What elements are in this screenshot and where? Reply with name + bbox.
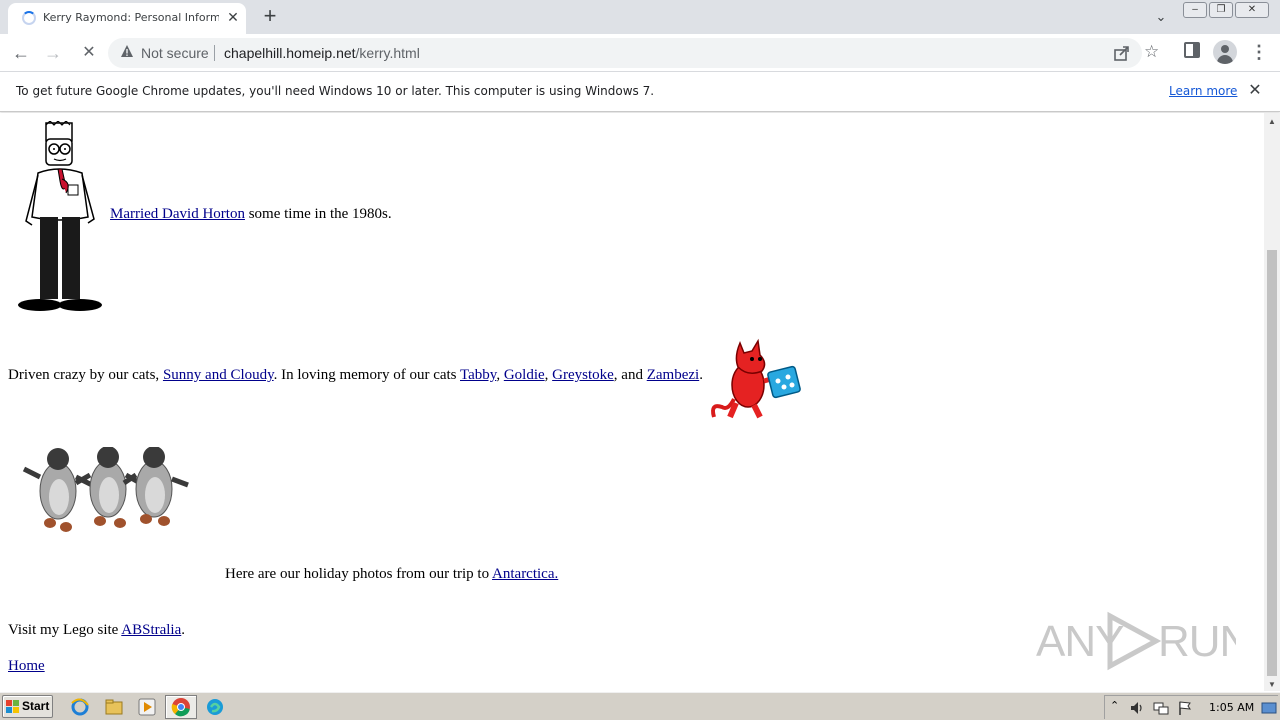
dilbert-cartoon-image	[18, 121, 102, 311]
security-label[interactable]: Not secure	[141, 45, 209, 61]
warning-icon[interactable]	[120, 44, 134, 58]
married-david-horton-link[interactable]: Married David Horton	[110, 206, 245, 222]
volume-icon[interactable]	[1129, 700, 1145, 716]
start-button[interactable]: Start	[2, 695, 53, 718]
address-bar[interactable]: Not secure chapelhill.homeip.net/kerry.h…	[108, 38, 1159, 68]
infobar-close-button[interactable]: ✕	[1246, 82, 1264, 100]
cats-intro-text: Driven crazy by our cats,	[8, 367, 163, 383]
window-minimize-button[interactable]: –	[1183, 2, 1207, 18]
scroll-up-arrow-icon[interactable]: ▲	[1268, 117, 1276, 126]
loading-spinner-icon	[22, 11, 36, 25]
learn-more-link[interactable]: Learn more	[1169, 84, 1237, 98]
lego-text: Visit my Lego site	[8, 622, 122, 638]
period-text: .	[699, 367, 703, 383]
antarctica-text: Here are our holiday photos from our tri…	[225, 566, 493, 582]
url-path: /kerry.html	[355, 45, 420, 61]
abstralia-link[interactable]: ABStralia	[121, 622, 181, 638]
home-link[interactable]: Home	[8, 658, 45, 674]
tabby-link[interactable]: Tabby	[460, 367, 496, 383]
and-text: , and	[613, 367, 647, 383]
windows-logo-icon	[6, 700, 19, 713]
share-icon[interactable]	[1112, 43, 1132, 63]
system-tray: ⌃ 1:05 AM	[1104, 695, 1278, 719]
windows-taskbar: Start ⌃ 1:05 AM	[0, 692, 1280, 720]
new-tab-button[interactable]: +	[258, 5, 282, 29]
chrome-menu-icon[interactable]: ⋮	[1250, 40, 1268, 64]
antarctica-link[interactable]: Antarctica.	[492, 566, 558, 582]
edge-icon[interactable]	[205, 697, 225, 717]
cats-memory-text: . In loving memory of our cats	[273, 367, 460, 383]
page-content: Married David Horton some time in the 19…	[0, 113, 1264, 691]
url-host: chapelhill.homeip.net	[224, 45, 356, 61]
cats-line: Driven crazy by our cats, Sunny and Clou…	[8, 367, 703, 384]
media-player-icon[interactable]	[137, 697, 157, 717]
forward-button[interactable]: →	[40, 40, 66, 66]
taskbar-chrome-button[interactable]	[165, 695, 197, 719]
network-icon[interactable]	[1153, 700, 1169, 716]
window-close-button[interactable]: ✕	[1235, 2, 1269, 18]
side-panel-icon[interactable]	[1184, 42, 1200, 58]
file-explorer-icon[interactable]	[104, 697, 124, 717]
married-text: some time in the 1980s.	[244, 206, 392, 222]
scrollbar-thumb[interactable]	[1267, 250, 1277, 676]
zambezi-link[interactable]: Zambezi	[647, 367, 699, 383]
bookmark-star-icon[interactable]: ☆	[1144, 42, 1159, 62]
period-text: .	[181, 622, 186, 638]
red-cat-image	[711, 338, 801, 419]
back-button[interactable]: ←	[8, 40, 34, 66]
tab-search-button[interactable]: ⌄	[1150, 6, 1172, 28]
dancing-penguins-image	[22, 447, 189, 532]
chrome-icon	[171, 698, 190, 717]
goldie-link[interactable]: Goldie	[504, 367, 545, 383]
tab-close-button[interactable]: ✕	[224, 8, 242, 26]
married-line: Married David Horton some time in the 19…	[110, 206, 392, 223]
url-text[interactable]: chapelhill.homeip.net/kerry.html	[224, 45, 420, 61]
internet-explorer-icon[interactable]	[70, 697, 90, 717]
lego-line: Visit my Lego site ABStralia.	[8, 622, 185, 639]
scroll-down-arrow-icon[interactable]: ▼	[1268, 680, 1276, 689]
tab-title: Kerry Raymond: Personal Information	[43, 11, 219, 24]
greystoke-link[interactable]: Greystoke	[552, 367, 614, 383]
start-label: Start	[22, 699, 50, 713]
anyrun-watermark-logo: ANY RUN	[1036, 611, 1236, 671]
update-infobar: To get future Google Chrome updates, you…	[0, 72, 1280, 112]
page-scrollbar[interactable]: ▲ ▼	[1264, 113, 1280, 691]
infobar-message: To get future Google Chrome updates, you…	[16, 84, 655, 98]
omnibox-divider	[214, 45, 215, 61]
browser-toolbar: ← → ✕ Not secure chapelhill.homeip.net/k…	[0, 34, 1280, 72]
tab-strip: Kerry Raymond: Personal Information ✕ + …	[0, 0, 1280, 34]
svg-text:RUN: RUN	[1158, 617, 1236, 666]
profile-avatar-icon[interactable]	[1213, 40, 1237, 64]
action-center-flag-icon[interactable]	[1177, 700, 1193, 716]
taskbar-clock[interactable]: 1:05 AM	[1209, 701, 1254, 714]
separator-text: ,	[496, 367, 504, 383]
tab-active[interactable]: Kerry Raymond: Personal Information ✕	[8, 3, 246, 34]
stop-loading-button[interactable]: ✕	[76, 40, 102, 66]
antarctica-line: Here are our holiday photos from our tri…	[225, 566, 558, 583]
home-line: Home	[8, 658, 45, 675]
sunny-and-cloudy-link[interactable]: Sunny and Cloudy	[163, 367, 274, 383]
window-maximize-button[interactable]: ❐	[1209, 2, 1233, 18]
show-hidden-icons-arrow-icon[interactable]: ⌃	[1110, 699, 1119, 712]
show-desktop-icon[interactable]	[1261, 700, 1277, 716]
